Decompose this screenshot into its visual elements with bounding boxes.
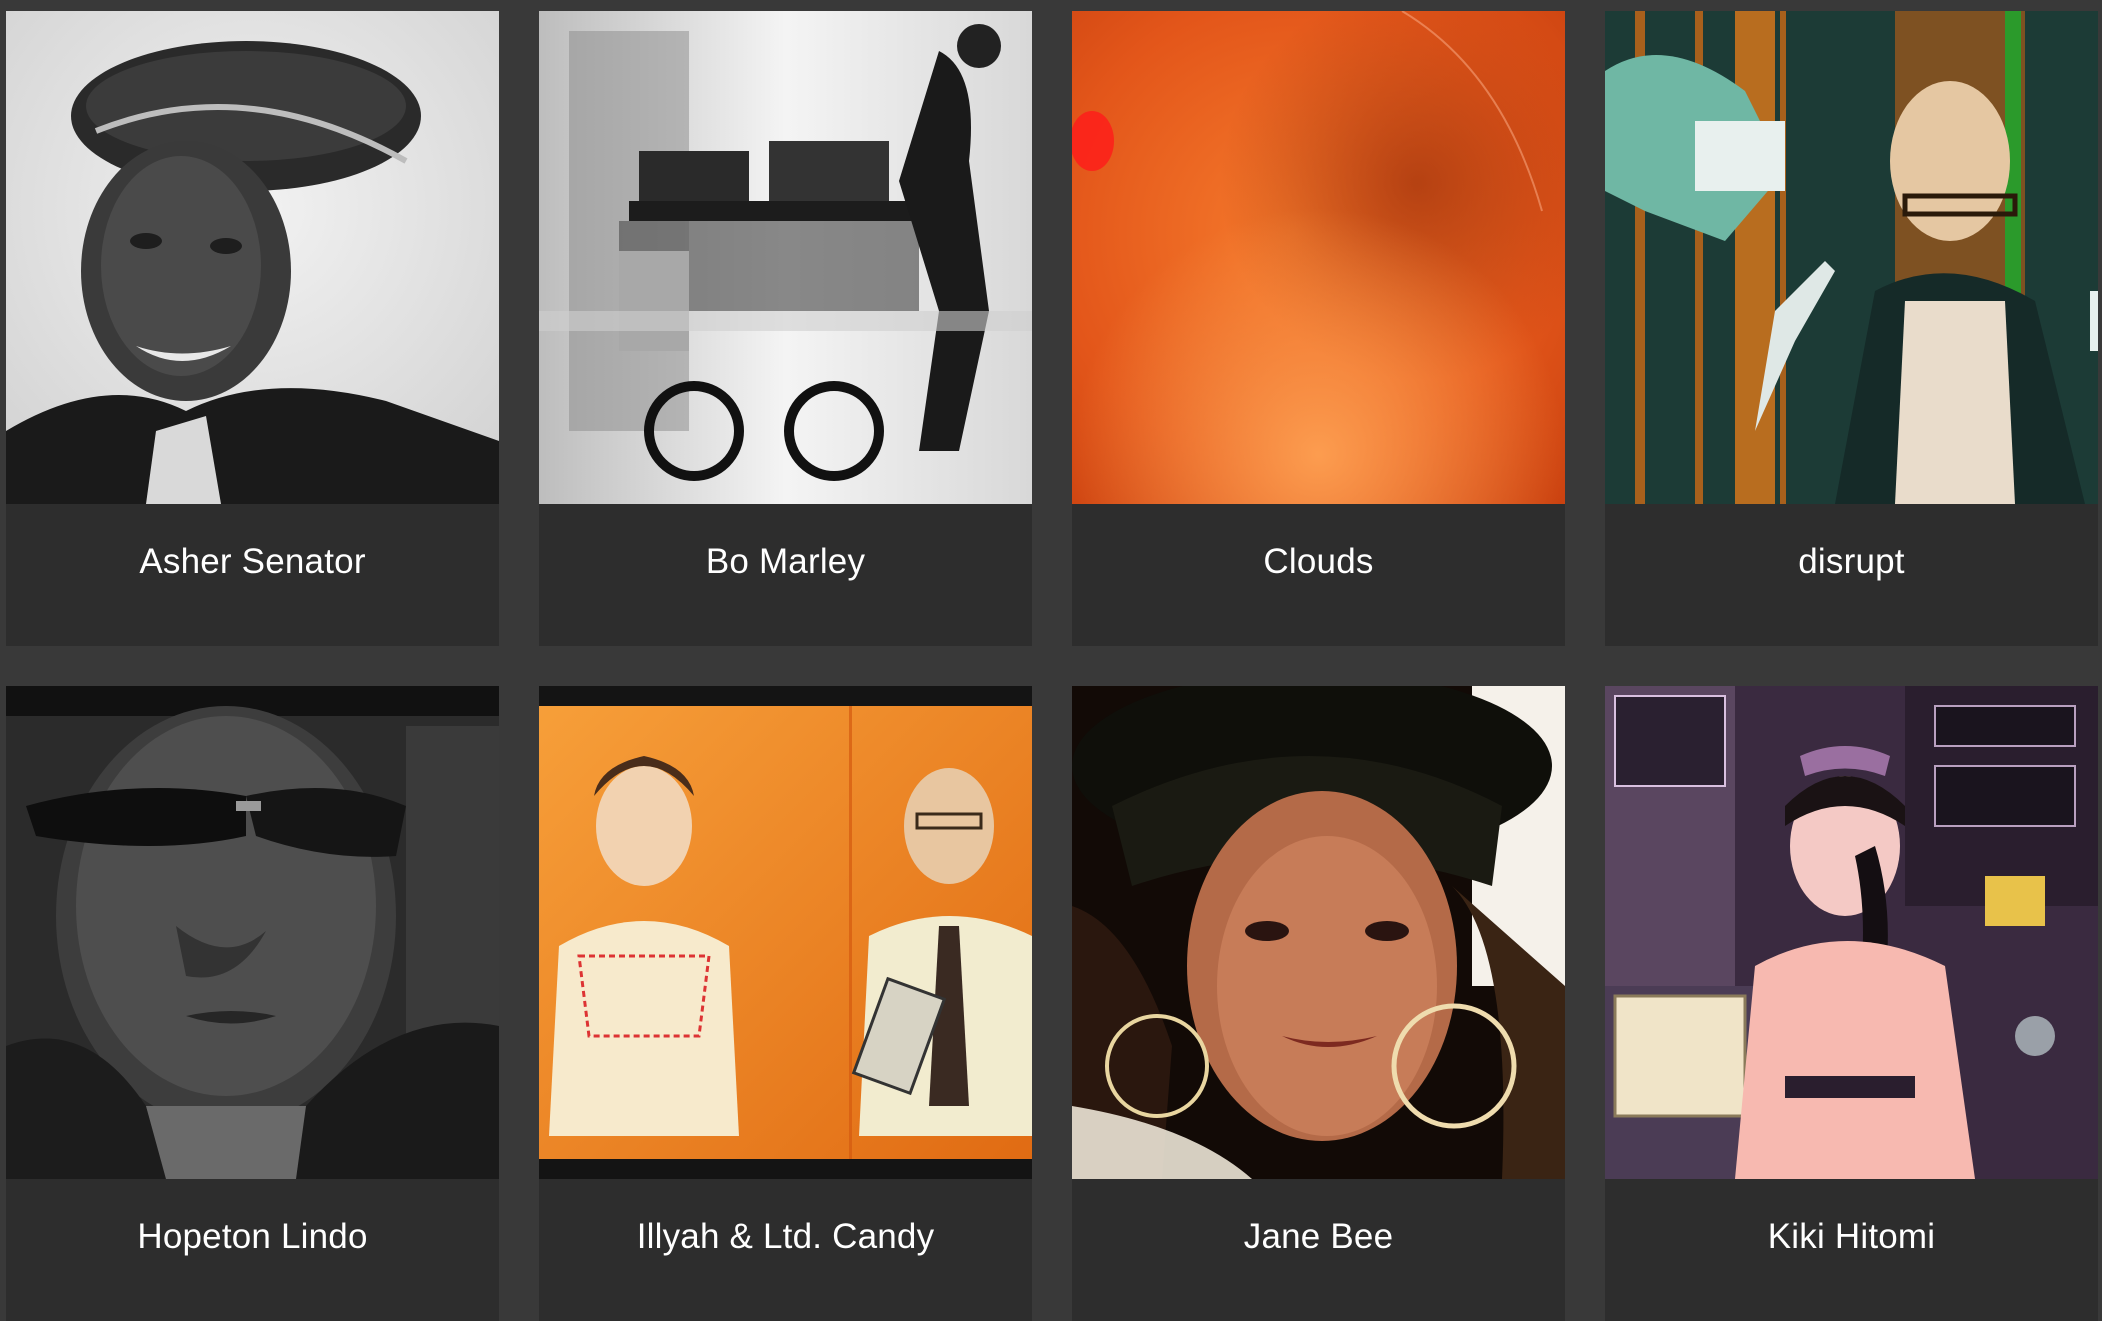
duo-image: [539, 686, 1032, 1179]
artist-photo[interactable]: [1605, 686, 2098, 1179]
artist-photo[interactable]: [539, 686, 1032, 1179]
artist-card[interactable]: Kiki Hitomi: [1605, 686, 2098, 1321]
artist-card[interactable]: Bo Marley: [539, 11, 1032, 646]
artist-card[interactable]: Asher Senator: [6, 11, 499, 646]
artist-name[interactable]: disrupt: [1605, 504, 2098, 646]
artist-name[interactable]: Bo Marley: [539, 504, 1032, 646]
artist-card[interactable]: Illyah & Ltd. Candy: [539, 686, 1032, 1321]
artist-photo[interactable]: [6, 11, 499, 504]
artist-card[interactable]: disrupt: [1605, 11, 2098, 646]
halftone-image: [1605, 11, 2098, 504]
portrait-image: [6, 686, 499, 1179]
artist-card[interactable]: Clouds: [1072, 11, 1565, 646]
artist-photo[interactable]: [1072, 11, 1565, 504]
abstract-image: [1072, 11, 1565, 504]
artist-name[interactable]: Jane Bee: [1072, 1179, 1565, 1321]
cart-image: [539, 11, 1032, 504]
artist-name[interactable]: Hopeton Lindo: [6, 1179, 499, 1321]
artist-photo[interactable]: [6, 686, 499, 1179]
artist-photo[interactable]: [1072, 686, 1565, 1179]
artist-name[interactable]: Asher Senator: [6, 504, 499, 646]
artist-name[interactable]: Clouds: [1072, 504, 1565, 646]
artist-card[interactable]: Jane Bee: [1072, 686, 1565, 1321]
artist-photo[interactable]: [1605, 11, 2098, 504]
portrait-image: [1072, 686, 1565, 1179]
artist-name[interactable]: Illyah & Ltd. Candy: [539, 1179, 1032, 1321]
portrait-image: [6, 11, 499, 504]
artist-card[interactable]: Hopeton Lindo: [6, 686, 499, 1321]
studio-image: [1605, 686, 2098, 1179]
artist-name[interactable]: Kiki Hitomi: [1605, 1179, 2098, 1321]
artist-photo[interactable]: [539, 11, 1032, 504]
artist-grid: Asher Senator Bo Marley Clouds disrupt H…: [6, 11, 2098, 1321]
